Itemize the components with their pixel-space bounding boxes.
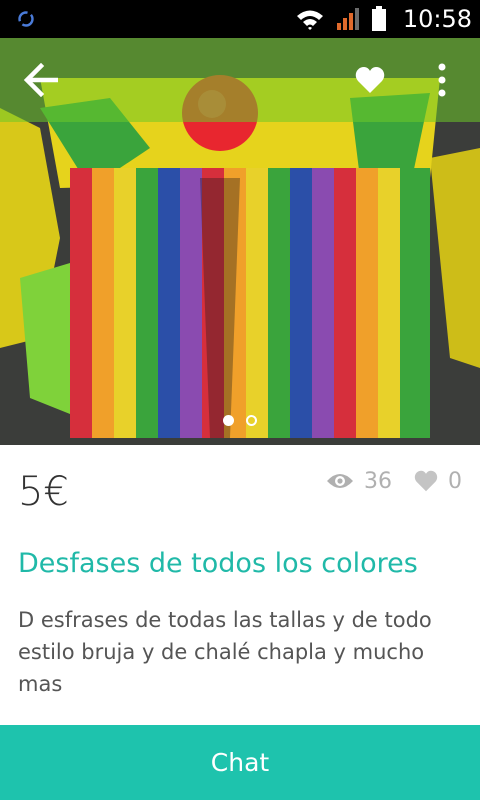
more-options-button[interactable] bbox=[420, 58, 464, 102]
battery-icon bbox=[371, 6, 386, 31]
product-image-gallery[interactable] bbox=[0, 38, 480, 445]
eye-icon bbox=[327, 474, 353, 488]
arrow-back-icon bbox=[23, 63, 58, 97]
listing-stats: 36 0 bbox=[326, 466, 462, 496]
wifi-icon bbox=[296, 10, 323, 30]
status-time: 10:58 bbox=[402, 5, 472, 33]
listing-price: 5€ bbox=[18, 469, 69, 515]
likes-count: 0 bbox=[448, 468, 462, 494]
status-icons: 10:58 bbox=[295, 0, 472, 38]
chat-button[interactable]: Chat bbox=[0, 725, 480, 800]
back-button[interactable] bbox=[18, 58, 66, 102]
page-dot[interactable] bbox=[246, 415, 257, 426]
sync-icon bbox=[18, 11, 34, 27]
views-count: 36 bbox=[364, 468, 392, 494]
toolbar-overlay bbox=[0, 38, 480, 122]
page-dot-active[interactable] bbox=[223, 415, 234, 426]
listing-title: Desfases de todos los colores bbox=[18, 548, 418, 579]
signal-icon bbox=[336, 8, 359, 30]
gallery-page-indicator bbox=[0, 415, 480, 426]
heart-icon bbox=[355, 67, 385, 93]
favorite-button[interactable] bbox=[348, 58, 392, 102]
heart-icon bbox=[414, 470, 438, 492]
status-bar: 10:58 bbox=[0, 0, 480, 38]
more-vertical-icon bbox=[438, 63, 446, 97]
listing-description: D esfrases de todas las tallas y de todo… bbox=[18, 608, 432, 696]
